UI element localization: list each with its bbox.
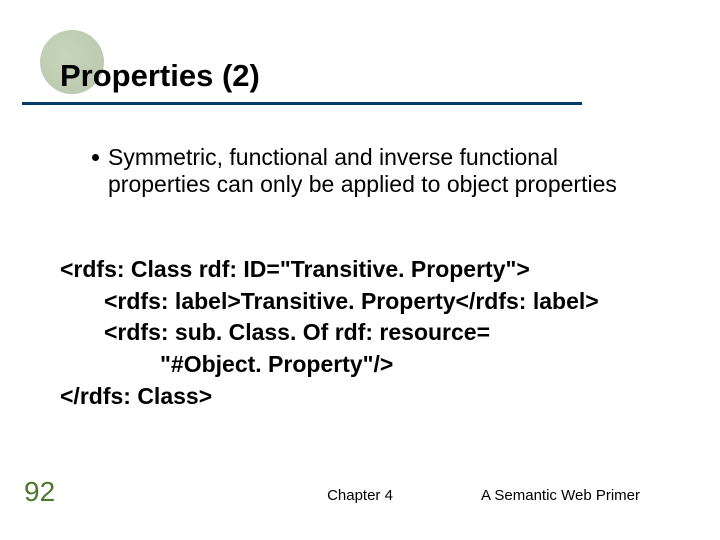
code-line-1: <rdfs: Class rdf: ID="Transitive. Proper…: [60, 256, 530, 282]
code-line-3: <rdfs: sub. Class. Of rdf: resource=: [60, 317, 660, 349]
bullet-text: Symmetric, functional and inverse functi…: [108, 144, 652, 198]
slide-container: Properties (2) Symmetric, functional and…: [0, 0, 720, 540]
code-line-4: "#Object. Property"/>: [60, 349, 660, 381]
title-underline: [22, 102, 582, 105]
code-block: <rdfs: Class rdf: ID="Transitive. Proper…: [60, 254, 660, 413]
bullet-dot-icon: [92, 154, 99, 161]
code-line-2: <rdfs: label>Transitive. Property</rdfs:…: [60, 286, 660, 318]
code-line-5: </rdfs: Class>: [60, 383, 212, 409]
footer-book-title: A Semantic Web Primer: [481, 487, 640, 504]
slide-title: Properties (2): [60, 58, 260, 94]
